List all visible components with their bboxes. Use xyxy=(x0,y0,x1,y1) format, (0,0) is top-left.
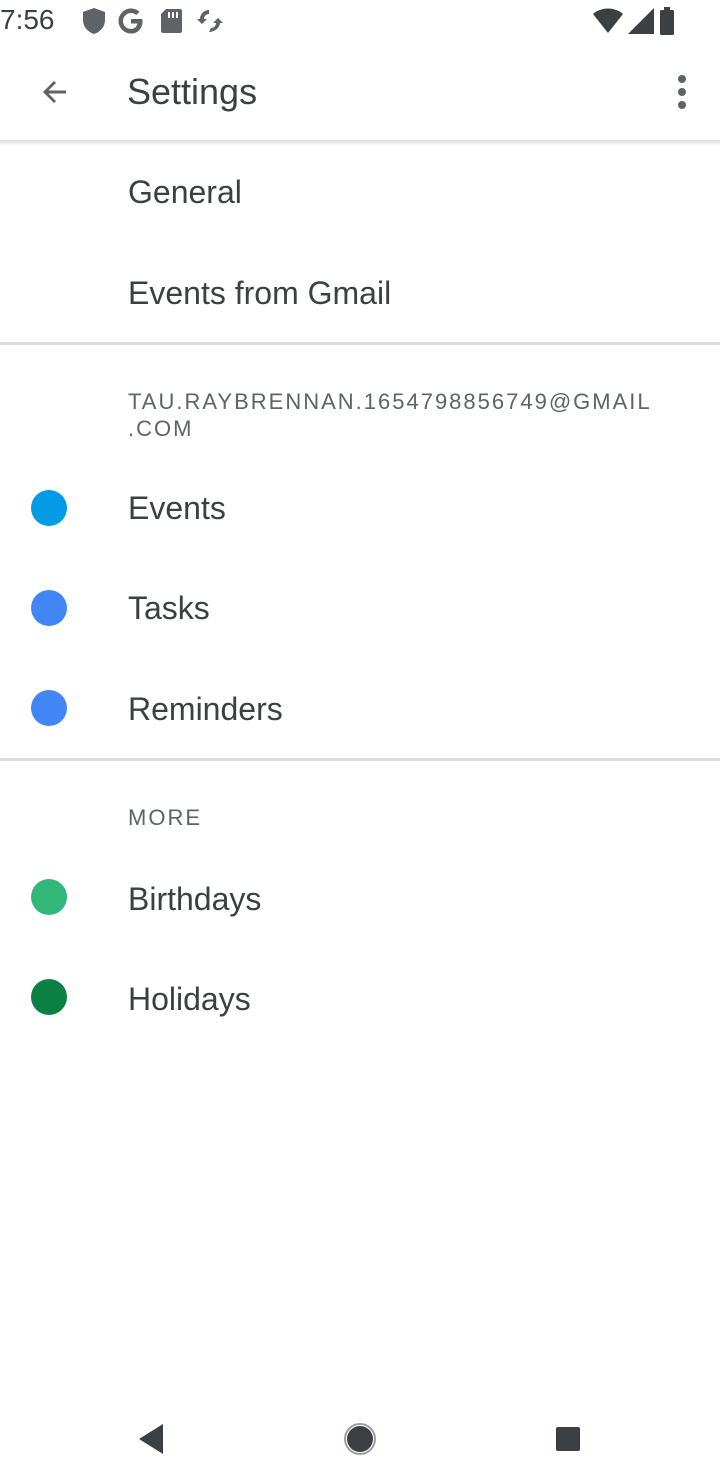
calendar-item-label: Holidays xyxy=(128,981,251,1017)
sync-icon xyxy=(194,6,224,36)
settings-item-label: General xyxy=(128,174,242,210)
calendar-color-dot xyxy=(31,590,67,626)
calendar-item-birthdays[interactable]: Birthdays xyxy=(0,848,720,948)
calendar-item-label: Tasks xyxy=(128,590,210,626)
divider xyxy=(0,758,720,761)
status-time: 7:56 xyxy=(0,4,55,35)
google-icon xyxy=(116,6,146,36)
more-vert-icon xyxy=(678,75,686,109)
calendar-color-dot xyxy=(31,490,67,526)
calendar-item-label: Birthdays xyxy=(128,881,262,917)
nav-recents-icon xyxy=(556,1427,580,1451)
calendar-item-tasks[interactable]: Tasks xyxy=(0,558,720,658)
shield-icon xyxy=(80,6,110,36)
more-section-header: MORE xyxy=(128,805,202,830)
account-email-line2: .COM xyxy=(128,416,194,441)
sd-card-icon xyxy=(158,6,188,36)
battery-icon xyxy=(658,6,688,36)
app-bar: Settings xyxy=(0,44,720,140)
more-options-button[interactable] xyxy=(656,62,708,122)
status-bar: 7:56 xyxy=(0,0,720,44)
calendar-color-dot xyxy=(31,879,67,915)
calendar-item-reminders[interactable]: Reminders xyxy=(0,658,720,758)
settings-item-general[interactable]: General xyxy=(0,142,720,242)
calendar-item-events[interactable]: Events xyxy=(0,458,720,558)
nav-home-icon xyxy=(344,1423,376,1455)
calendar-color-dot xyxy=(31,690,67,726)
nav-back-icon xyxy=(139,1424,163,1454)
system-nav-bar xyxy=(0,1396,720,1480)
divider xyxy=(0,342,720,345)
settings-screen: 7:56 Settings General Events from Gmail … xyxy=(0,0,720,1480)
arrow-back-icon xyxy=(43,81,66,103)
calendar-item-label: Events xyxy=(128,490,226,526)
calendar-color-dot xyxy=(31,979,67,1015)
nav-home-button[interactable] xyxy=(335,1414,385,1464)
page-title: Settings xyxy=(127,71,258,112)
settings-item-events-from-gmail[interactable]: Events from Gmail xyxy=(0,242,720,342)
nav-recents-button[interactable] xyxy=(543,1414,593,1464)
account-email-line1: TAU.RAYBRENNAN.1654798856749@GMAIL xyxy=(128,389,652,414)
wifi-icon xyxy=(592,6,623,36)
back-button[interactable] xyxy=(26,62,86,122)
settings-item-label: Events from Gmail xyxy=(128,275,392,311)
account-email-header: TAU.RAYBRENNAN.1654798856749@GMAIL .COM xyxy=(128,388,652,442)
nav-back-button[interactable] xyxy=(127,1414,177,1464)
calendar-item-label: Reminders xyxy=(128,691,283,727)
signal-icon xyxy=(626,6,656,36)
calendar-item-holidays[interactable]: Holidays xyxy=(0,948,720,1048)
